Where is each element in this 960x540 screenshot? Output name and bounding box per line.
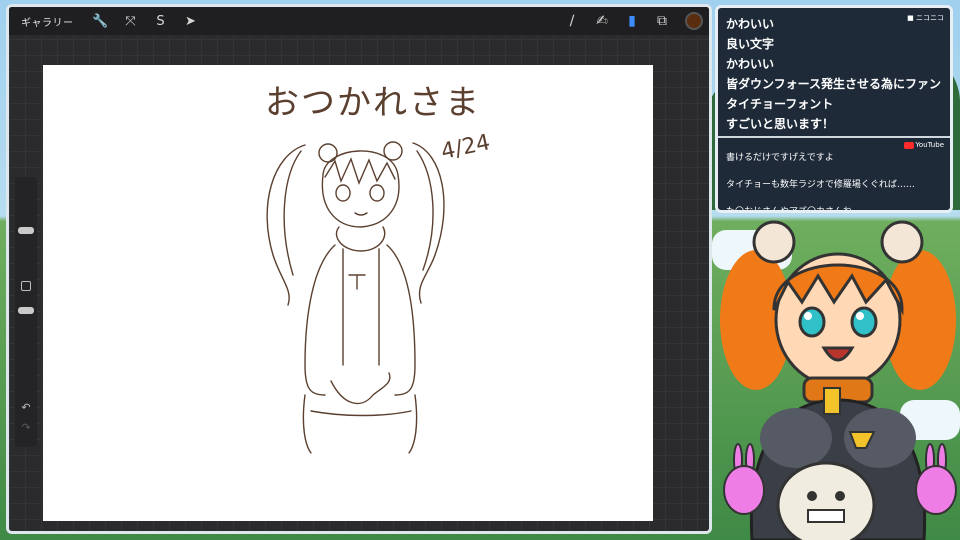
eraser-icon[interactable]: ▮ <box>617 7 647 35</box>
niconico-comment: かわいい <box>726 57 775 71</box>
youtube-comments: 書けるだけですげえですよ タイチョーも数年ラジオで修羅場くぐれば…… た〇おじさ… <box>726 145 942 210</box>
smudge-icon[interactable]: ✍ <box>587 7 617 35</box>
selection-icon[interactable]: S <box>150 10 172 32</box>
drawing-canvas[interactable]: おつかれさま 4/24 <box>43 65 653 521</box>
color-picker-button[interactable] <box>685 12 703 30</box>
niconico-comments: かわいい 良い文字 かわいい 皆ダウンフォース発生させる為にファン タイチョーフ… <box>718 8 950 134</box>
youtube-comment: 書けるだけですげえですよ <box>726 153 834 163</box>
undo-icon[interactable]: ↶ <box>19 401 33 414</box>
drawing-app-window: ギャラリー 🔧 ⤧ S ➤ ∕ ✍ ▮ ⧉ ↶ ↷ おつかれさま 4/24 <box>6 4 712 534</box>
comments-panel: ■ ニコニコ かわいい 良い文字 かわいい 皆ダウンフォース発生させる為にファン… <box>715 5 953 213</box>
top-toolbar: ギャラリー 🔧 ⤧ S ➤ ∕ ✍ ▮ ⧉ <box>9 7 709 35</box>
brush-opacity-slider[interactable] <box>18 307 34 314</box>
niconico-badge: ■ ニコニコ <box>907 14 944 22</box>
youtube-comment: タイチョーも数年ラジオで修羅場くぐれば…… <box>726 180 915 190</box>
magic-wand-icon[interactable]: ⤧ <box>120 10 142 32</box>
wrench-icon[interactable]: 🔧 <box>90 10 112 32</box>
gallery-button[interactable]: ギャラリー <box>21 14 74 29</box>
transform-icon[interactable]: ➤ <box>180 10 202 32</box>
brush-size-slider[interactable] <box>18 227 34 234</box>
niconico-comment: 良い文字 <box>726 37 775 51</box>
niconico-comment: すごいと思います！ <box>726 117 835 131</box>
modify-button[interactable] <box>21 281 31 291</box>
redo-icon[interactable]: ↷ <box>19 421 33 434</box>
sketch-title-text: おつかれさま <box>265 83 481 123</box>
streamer-avatar <box>720 220 957 540</box>
niconico-comment: タイチョーフォント <box>726 97 834 111</box>
sketch-drawing <box>266 141 445 454</box>
tool-group-right: ∕ ✍ ▮ ⧉ <box>557 7 709 35</box>
niconico-comment: 皆ダウンフォース発生させる為にファン <box>726 77 942 91</box>
brush-icon[interactable]: ∕ <box>557 7 587 35</box>
layers-icon[interactable]: ⧉ <box>647 7 677 35</box>
comments-divider <box>718 136 950 138</box>
brush-sidebar: ↶ ↷ <box>15 177 37 447</box>
niconico-label: ニコニコ <box>916 14 944 22</box>
